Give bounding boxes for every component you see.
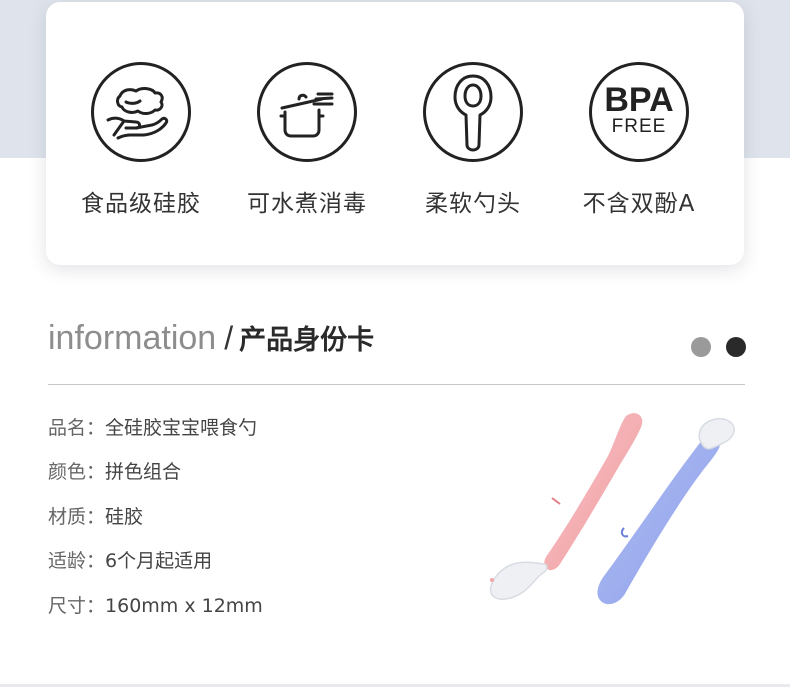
feature-food-grade: 食品级硅胶: [66, 62, 216, 218]
section-divider: [48, 384, 745, 385]
spec-key: 颜色：: [48, 461, 106, 483]
spec-value: 全硅胶宝宝喂食勺: [105, 417, 258, 439]
spec-row-name: 品名：全硅胶宝宝喂食勺: [48, 413, 257, 440]
spec-row-color: 颜色：拼色组合: [48, 457, 181, 484]
info-section-title: information / 产品身份卡: [48, 318, 374, 358]
info-title-chinese: 产品身份卡: [239, 325, 375, 356]
info-title-english: information: [48, 319, 217, 357]
soft-spoon-head-icon: [423, 62, 523, 162]
feature-label: 可水煮消毒: [247, 191, 367, 217]
feature-label: 不含双酚A: [582, 191, 696, 217]
spec-key: 尺寸：: [48, 595, 106, 617]
spec-key: 适龄：: [48, 550, 106, 572]
free-badge-text: FREE: [611, 116, 667, 137]
pager-dot-gray: [691, 337, 711, 357]
bpa-badge-text: BPA: [604, 81, 674, 119]
spec-row-material: 材质：硅胶: [48, 502, 143, 529]
boiling-pot-icon: [257, 62, 357, 162]
bpa-free-icon: BPA FREE: [589, 62, 689, 162]
spec-value: 硅胶: [105, 506, 144, 528]
feature-label: 柔软勺头: [425, 191, 521, 217]
spec-value: 6个月起适用: [105, 550, 213, 572]
product-spoons-image: [489, 413, 735, 605]
info-title-separator: /: [224, 320, 234, 356]
feature-boilable: 可水煮消毒: [232, 62, 382, 218]
spec-key: 品名：: [48, 417, 106, 439]
feature-card: 食品级硅胶 可水煮消毒 柔软勺头 BPA FREE 不含双酚A: [46, 2, 744, 265]
spec-value: 拼色组合: [105, 461, 182, 483]
feature-bpa-free: BPA FREE 不含双酚A: [564, 62, 714, 218]
spec-row-age: 适龄：6个月起适用: [48, 546, 212, 573]
hand-holding-silicone-icon: [91, 62, 191, 162]
spec-key: 材质：: [48, 506, 106, 528]
spec-row-size: 尺寸：160mm x 12mm: [48, 591, 263, 618]
feature-soft-head: 柔软勺头: [398, 62, 548, 218]
spec-value: 160mm x 12mm: [105, 595, 263, 617]
feature-label: 食品级硅胶: [81, 191, 201, 217]
pager-dot-dark: [726, 337, 746, 357]
